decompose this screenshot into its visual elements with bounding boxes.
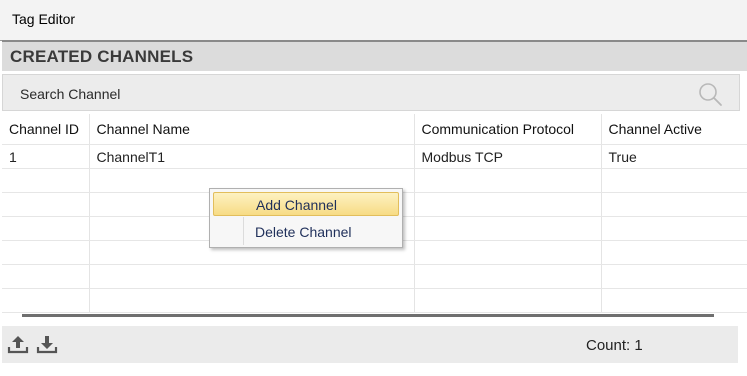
empty-cell bbox=[2, 288, 90, 313]
empty-cell bbox=[89, 264, 415, 289]
search-icon[interactable] bbox=[697, 81, 723, 107]
menu-item-label: Delete Channel bbox=[255, 224, 352, 240]
menu-item-delete-channel[interactable]: Delete Channel bbox=[213, 220, 399, 244]
channel-count: Count: 1 bbox=[586, 337, 643, 354]
cell-channel-id[interactable]: 1 bbox=[2, 144, 90, 169]
empty-cell bbox=[414, 216, 602, 241]
table-row[interactable]: 1 ChannelT1 Modbus TCP True bbox=[2, 144, 747, 169]
empty-cell bbox=[89, 288, 415, 313]
window-title: Tag Editor bbox=[12, 11, 76, 27]
context-menu: Add Channel Delete Channel bbox=[209, 188, 403, 248]
empty-cell bbox=[414, 264, 602, 289]
empty-cell bbox=[414, 240, 602, 265]
menu-item-label: Add Channel bbox=[256, 197, 337, 213]
cell-communication-protocol[interactable]: Modbus TCP bbox=[414, 144, 602, 169]
empty-row[interactable] bbox=[2, 288, 747, 313]
column-header-channel-active[interactable]: Channel Active bbox=[601, 114, 747, 145]
search-channel-input[interactable]: Search Channel bbox=[2, 74, 740, 111]
empty-cell bbox=[2, 264, 90, 289]
column-header-channel-name[interactable]: Channel Name bbox=[89, 114, 415, 145]
empty-cell bbox=[601, 216, 747, 241]
status-bar: Count: 1 bbox=[2, 326, 738, 363]
empty-cell bbox=[601, 264, 747, 289]
column-header-communication-protocol[interactable]: Communication Protocol bbox=[414, 114, 602, 145]
empty-cell bbox=[2, 240, 90, 265]
empty-cell bbox=[601, 168, 747, 193]
empty-cell bbox=[2, 216, 90, 241]
cell-channel-name[interactable]: ChannelT1 bbox=[89, 144, 415, 169]
menu-item-add-channel[interactable]: Add Channel bbox=[213, 192, 399, 216]
search-placeholder: Search Channel bbox=[20, 86, 121, 102]
download-icon[interactable] bbox=[36, 333, 58, 355]
cell-channel-active[interactable]: True bbox=[601, 144, 747, 169]
empty-cell bbox=[2, 192, 90, 217]
empty-cell bbox=[601, 288, 747, 313]
grid-header-row: Channel ID Channel Name Communication Pr… bbox=[2, 114, 747, 145]
empty-cell bbox=[414, 192, 602, 217]
created-channels-header: CREATED CHANNELS bbox=[2, 40, 747, 71]
section-title: CREATED CHANNELS bbox=[10, 47, 194, 66]
empty-cell bbox=[2, 168, 90, 193]
horizontal-scrollbar[interactable] bbox=[22, 314, 714, 317]
empty-cell bbox=[414, 168, 602, 193]
empty-row[interactable] bbox=[2, 264, 747, 289]
column-header-channel-id[interactable]: Channel ID bbox=[2, 114, 90, 145]
empty-cell bbox=[414, 288, 602, 313]
empty-cell bbox=[601, 240, 747, 265]
upload-icon[interactable] bbox=[7, 333, 29, 355]
title-bar: Tag Editor bbox=[0, 0, 747, 40]
empty-cell bbox=[601, 192, 747, 217]
